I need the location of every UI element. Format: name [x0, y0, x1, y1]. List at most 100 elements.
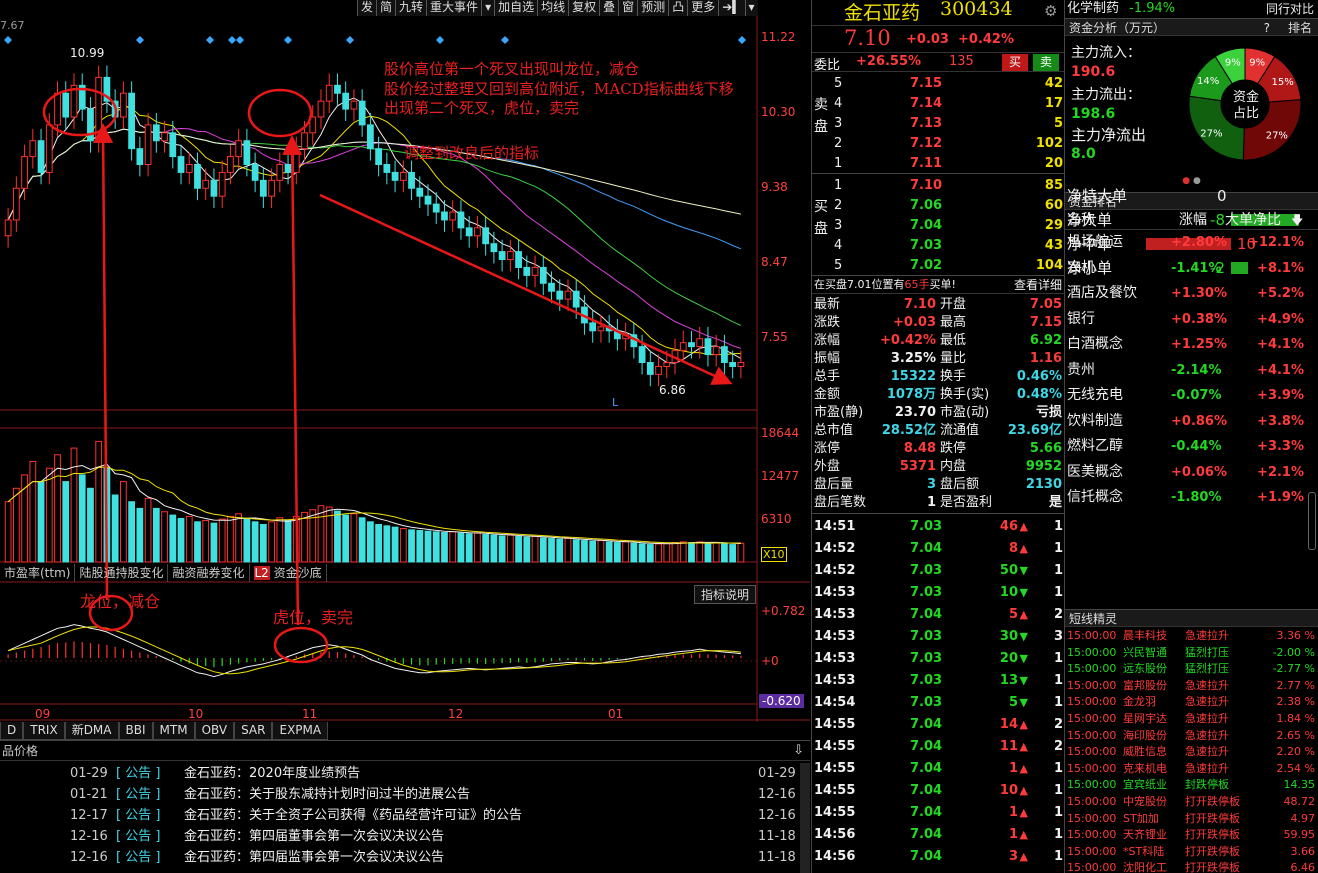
candle-body[interactable] [465, 227, 473, 237]
candle-body[interactable] [457, 211, 465, 229]
candle-body[interactable] [432, 203, 440, 213]
event-marker-icon[interactable] [236, 36, 244, 44]
short-alert-row[interactable]: 15:00:00 天齐锂业 打开跌停板 59.95 [1065, 827, 1318, 844]
candle-body[interactable] [589, 322, 597, 332]
candle-body[interactable] [523, 266, 531, 276]
toolbar-item[interactable]: 预测 [637, 0, 669, 16]
news-title[interactable]: 金石亚药：2020年度业绩预告 [184, 763, 360, 784]
rank-row[interactable]: 医美概念 +0.06% +2.1% [1065, 460, 1318, 486]
short-alert-row[interactable]: 15:00:00 宜宾纸业 封跌停板 14.35 [1065, 777, 1318, 794]
candle-body[interactable] [350, 100, 358, 110]
tab-margin[interactable]: 融资融券变化 [168, 564, 250, 582]
event-marker-icon[interactable] [206, 36, 214, 44]
candle-body[interactable] [169, 132, 177, 158]
event-marker-icon[interactable] [738, 36, 746, 44]
candle-body[interactable] [4, 219, 12, 237]
news-item[interactable]: 01-29 [ 公告 ] 金石亚药：2020年度业绩预告 01-29 [0, 763, 810, 784]
toolbar-item[interactable]: 均线 [537, 0, 569, 16]
candle-body[interactable] [638, 346, 646, 363]
compare-link[interactable]: 同行对比 [1266, 0, 1314, 18]
news-title[interactable]: 金石亚药：关于全资子公司获得《药品经营许可证》的公告 [184, 805, 522, 826]
candle-body[interactable] [424, 195, 432, 205]
short-alert-row[interactable]: 15:00:00 远东股份 猛烈打压 -2.77 % [1065, 661, 1318, 678]
order-level[interactable]: 3 7.13 5 [812, 114, 1065, 134]
candle-body[interactable] [441, 211, 448, 221]
tab-sar[interactable]: SAR [234, 722, 273, 740]
news-item[interactable]: 12-16 [ 公告 ] 金石亚药：第四届董事会第一次会议决议公告 11-18 [0, 826, 810, 847]
event-marker-icon[interactable] [284, 36, 292, 44]
candle-body[interactable] [177, 156, 185, 173]
candle-body[interactable] [185, 164, 193, 173]
candle-body[interactable] [37, 140, 45, 173]
candle-body[interactable] [317, 100, 325, 118]
candle-body[interactable] [227, 156, 234, 173]
page-dot-active[interactable]: ● [1182, 176, 1190, 186]
short-alert-row[interactable]: 15:00:00 克来机电 急速拉升 2.54 % [1065, 761, 1318, 778]
event-marker-icon[interactable] [136, 36, 144, 44]
toolbar-item[interactable]: 发 [357, 0, 377, 16]
toolbar-item[interactable]: 简 [376, 0, 396, 16]
candle-body[interactable] [144, 124, 152, 166]
event-marker-icon[interactable] [436, 36, 444, 44]
candle-body[interactable] [474, 227, 481, 237]
candle-body[interactable] [704, 338, 712, 356]
candle-body[interactable] [375, 148, 382, 166]
event-marker-icon[interactable] [228, 36, 236, 44]
indicator-help-button[interactable]: 指标说明 [694, 585, 757, 604]
short-alert-row[interactable]: 15:00:00 ST加加 打开跌停板 4.97 [1065, 811, 1318, 828]
candle-body[interactable] [679, 342, 687, 352]
candle-body[interactable] [729, 361, 737, 367]
candle-body[interactable] [712, 346, 720, 356]
event-marker-icon[interactable] [346, 36, 354, 44]
candle-body[interactable] [506, 251, 514, 261]
candle-body[interactable] [383, 164, 391, 173]
candle-body[interactable] [515, 251, 522, 268]
help-icon[interactable]: ? [1264, 19, 1270, 37]
order-level[interactable]: 2 7.12 102 [812, 134, 1065, 154]
candle-body[interactable] [62, 92, 70, 118]
download-icon[interactable]: ⇩ [793, 743, 804, 758]
candle-body[interactable] [243, 140, 251, 166]
candle-body[interactable] [531, 266, 539, 276]
candle-body[interactable] [342, 92, 350, 110]
rank-row[interactable]: 农机 -1.41% +8.1% [1065, 256, 1318, 282]
candle-body[interactable] [292, 148, 300, 173]
page-dot[interactable]: ● [1193, 176, 1201, 186]
short-alert-row[interactable]: 15:00:00 晨丰科技 急速拉升 3.36 % [1065, 628, 1318, 645]
candle-body[interactable] [539, 266, 547, 284]
toolbar-item[interactable]: 复权 [568, 0, 600, 16]
sector-name[interactable]: 化学制药 [1065, 1, 1119, 16]
toolbar-item[interactable]: ▾ [481, 0, 495, 16]
candle-body[interactable] [325, 84, 333, 102]
candle-body[interactable] [152, 124, 160, 142]
settings-gear-icon[interactable]: ⚙ [1044, 2, 1057, 20]
news-title[interactable]: 金石亚药：第四届监事会第一次会议决议公告 [184, 847, 444, 868]
rank-link[interactable]: 排名 [1288, 19, 1312, 37]
toolbar-item[interactable]: 九转 [395, 0, 427, 16]
candle-body[interactable] [408, 171, 415, 189]
toolbar-item[interactable]: ➔▍ [718, 0, 745, 16]
candle-body[interactable] [490, 243, 498, 253]
candle-body[interactable] [482, 227, 490, 245]
news-title[interactable]: 金石亚药：第四届董事会第一次会议决议公告 [184, 826, 444, 847]
short-alert-row[interactable]: 15:00:00 兴民智通 猛烈打压 -2.00 % [1065, 645, 1318, 662]
candle-body[interactable] [202, 179, 210, 189]
rank-row[interactable]: 无线充电 -0.07% +3.9% [1065, 383, 1318, 409]
tab-bbi[interactable]: BBI [118, 722, 153, 740]
candle-body[interactable] [54, 92, 61, 126]
candle-body[interactable] [367, 124, 374, 150]
candle-body[interactable] [696, 338, 704, 348]
candle-body[interactable] [161, 132, 168, 142]
candle-body[interactable] [498, 251, 506, 261]
candle-body[interactable] [358, 100, 366, 126]
candle-body[interactable] [21, 156, 28, 189]
rank-row[interactable]: 饮料制造 +0.86% +3.8% [1065, 409, 1318, 435]
candle-body[interactable] [45, 124, 53, 173]
rank-row[interactable]: 燃料乙醇 -0.44% +3.3% [1065, 434, 1318, 460]
rank-col-change[interactable]: 涨幅 [1179, 210, 1207, 230]
tab-dma[interactable]: 新DMA [64, 722, 119, 740]
rank-col-name[interactable]: 名称 [1067, 210, 1095, 230]
candle-body[interactable] [597, 326, 605, 332]
rank-col-net[interactable]: 大单净比 [1225, 210, 1281, 230]
tab-hk-connect[interactable]: 陆股通持股变化 [75, 564, 169, 582]
